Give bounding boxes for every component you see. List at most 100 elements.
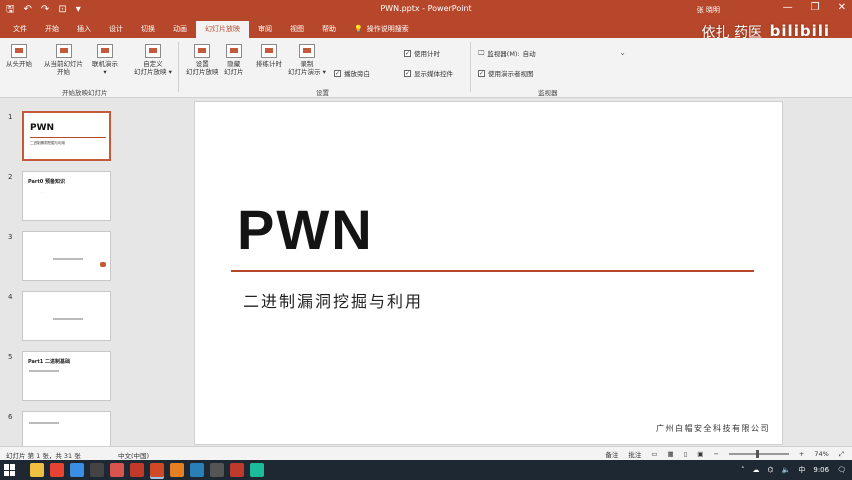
- tab-transitions[interactable]: 切换: [132, 21, 164, 38]
- close-button[interactable]: ✕: [838, 2, 846, 13]
- network-icon[interactable]: ⌬: [768, 466, 774, 474]
- use-timings-checkbox[interactable]: ✓ 使用计时: [404, 48, 440, 58]
- tab-slideshow[interactable]: 幻灯片放映: [196, 21, 249, 38]
- custom-slideshow-button[interactable]: 自定义 幻灯片放映 ▾: [134, 44, 172, 76]
- tab-file[interactable]: 文件: [4, 21, 36, 38]
- current-slide[interactable]: PWN 二进制漏洞挖掘与利用 广州白帽安全科技有限公司: [194, 101, 783, 445]
- file-explorer-icon[interactable]: [30, 463, 44, 477]
- slide-thumbnail[interactable]: 6: [0, 411, 120, 446]
- app-red2-icon[interactable]: [230, 463, 244, 477]
- thumbnail-content: [29, 422, 59, 424]
- thumbnail-content: [53, 258, 83, 260]
- zoom-level[interactable]: 74%: [814, 450, 828, 458]
- zoom-slider[interactable]: [728, 450, 789, 458]
- slideshow-current-icon: [55, 44, 72, 58]
- checkbox-checked-icon: ✓: [334, 69, 341, 77]
- slide-thumbnail[interactable]: 5 Part1 二进制基础: [0, 351, 120, 409]
- language-indicator[interactable]: 中文(中国): [118, 450, 149, 460]
- zoom-slider-knob[interactable]: [755, 450, 759, 458]
- slide-number: 1: [8, 113, 13, 121]
- presenter-view-label: 使用演示者视图: [488, 70, 534, 78]
- from-beginning-button[interactable]: 从头开始: [6, 44, 32, 68]
- thumbnail-pane[interactable]: 1 PWN 二进制漏洞挖掘与利用 2 Part0 预备知识 · · 3 4 5 …: [0, 99, 120, 446]
- present-online-label: 联机演示: [92, 60, 118, 68]
- notification-icon[interactable]: 🗨: [837, 466, 846, 474]
- hide-slide-label: 隐藏: [227, 60, 241, 68]
- clock[interactable]: 9:06: [813, 466, 829, 474]
- thumbnail-subtitle: 二进制漏洞挖掘与利用: [30, 141, 65, 145]
- hide-slide-button[interactable]: 隐藏 幻灯片: [224, 44, 244, 76]
- slide-sorter-icon[interactable]: ▦: [668, 450, 674, 458]
- present-online-dropdown-icon: ▾: [103, 68, 107, 76]
- restore-button[interactable]: ❐: [811, 2, 820, 13]
- thumbnail-heading: Part1 二进制基础: [28, 359, 70, 365]
- tell-me-search[interactable]: 💡 操作说明搜索: [345, 21, 418, 38]
- app-orange-icon[interactable]: [170, 463, 184, 477]
- present-online-button[interactable]: 联机演示 ▾: [92, 44, 118, 76]
- app-cyan-icon[interactable]: [250, 463, 264, 477]
- setup-slideshow-button[interactable]: 设置 幻灯片放映: [186, 44, 219, 76]
- chrome-icon[interactable]: [50, 463, 64, 477]
- monitor-select[interactable]: 🖵 监视器(M): 自动: [478, 48, 536, 59]
- chevron-up-icon[interactable]: ˄: [741, 466, 745, 474]
- cloud-icon[interactable]: ☁: [753, 466, 760, 474]
- use-timings-label: 使用计时: [414, 50, 440, 58]
- tab-design[interactable]: 设计: [100, 21, 132, 38]
- group-divider: [178, 42, 179, 92]
- app-blue-icon[interactable]: [190, 463, 204, 477]
- app-dark-icon[interactable]: [210, 463, 224, 477]
- group-divider: [470, 42, 471, 92]
- rehearse-label: 排练计时: [256, 60, 282, 68]
- hide-slide-label-2: 幻灯片: [224, 68, 244, 76]
- title-bar: 🖫 ↶ ↷ ⊡ ▾ PWN.pptx - PowerPoint 张 晓明 — ❐…: [0, 0, 852, 21]
- record-slideshow-button[interactable]: 录制 幻灯片演示 ▾: [288, 44, 326, 76]
- rehearse-icon: [261, 44, 277, 58]
- app-icon[interactable]: [70, 463, 84, 477]
- tab-help[interactable]: 帮助: [313, 21, 345, 38]
- rehearse-timings-button[interactable]: 排练计时: [256, 44, 282, 68]
- normal-view-icon[interactable]: ▭: [651, 450, 657, 458]
- collapse-ribbon-icon[interactable]: ⌄: [619, 48, 626, 57]
- slide-thumbnail[interactable]: 4: [0, 291, 120, 349]
- record-icon: [298, 44, 315, 58]
- reading-view-icon[interactable]: ▯: [684, 450, 688, 458]
- notes-button[interactable]: 备注: [605, 449, 618, 459]
- fit-to-window-icon[interactable]: ⤢: [839, 450, 844, 459]
- presenter-view-checkbox[interactable]: ✓ 使用演示者视图: [478, 68, 534, 78]
- slideshow-view-icon[interactable]: ▣: [697, 450, 703, 458]
- slide-subtitle[interactable]: 二进制漏洞挖掘与利用: [243, 288, 423, 312]
- present-online-icon: [97, 44, 113, 58]
- comments-button[interactable]: 批注: [628, 449, 641, 459]
- slide-thumbnail[interactable]: 2 Part0 预备知识 · ·: [0, 171, 120, 229]
- lightbulb-icon: 💡: [354, 25, 363, 33]
- app-red-icon[interactable]: [110, 463, 124, 477]
- hide-slide-icon: [225, 44, 242, 58]
- minimize-button[interactable]: —: [783, 2, 793, 13]
- company-name[interactable]: 广州白帽安全科技有限公司: [656, 423, 770, 434]
- slide-title[interactable]: PWN: [237, 200, 374, 260]
- taskbar: ˄ ☁ ⌬ 🔈 中 9:06 🗨: [0, 460, 852, 480]
- music-icon[interactable]: [130, 463, 144, 477]
- ime-icon[interactable]: 中: [798, 465, 805, 475]
- from-current-label: 从当前幻灯片: [44, 60, 83, 68]
- slide-thumbnail[interactable]: 3: [0, 231, 120, 289]
- user-name[interactable]: 张 晓明: [697, 5, 720, 15]
- thumbnail-content: [53, 318, 83, 320]
- zoom-out-icon[interactable]: −: [713, 450, 718, 458]
- windows-start-icon[interactable]: [4, 464, 16, 476]
- volume-icon[interactable]: 🔈: [782, 466, 791, 474]
- zoom-in-icon[interactable]: +: [799, 450, 804, 458]
- from-current-button[interactable]: 从当前幻灯片 开始: [44, 44, 83, 76]
- show-media-controls-label: 显示媒体控件: [414, 70, 453, 78]
- powerpoint-icon[interactable]: [150, 463, 164, 477]
- slide-number: 5: [8, 353, 13, 361]
- slide-thumbnail[interactable]: 1 PWN 二进制漏洞挖掘与利用: [0, 111, 120, 169]
- tab-review[interactable]: 审阅: [249, 21, 281, 38]
- play-narrations-checkbox[interactable]: ✓ 播放旁白: [334, 68, 370, 78]
- tab-home[interactable]: 开始: [36, 21, 68, 38]
- show-media-controls-checkbox[interactable]: ✓ 显示媒体控件: [404, 68, 453, 78]
- tab-insert[interactable]: 插入: [68, 21, 100, 38]
- terminal-icon[interactable]: [90, 463, 104, 477]
- tab-view[interactable]: 视图: [281, 21, 313, 38]
- tab-animations[interactable]: 动画: [164, 21, 196, 38]
